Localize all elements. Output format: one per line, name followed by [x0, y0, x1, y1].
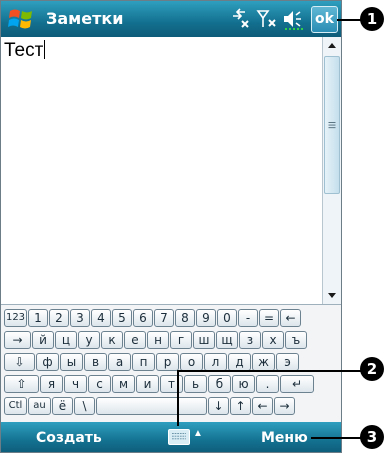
- key[interactable]: ↓: [208, 397, 229, 415]
- create-softkey[interactable]: Создать: [36, 430, 102, 446]
- key[interactable]: 123: [4, 309, 27, 327]
- key[interactable]: au: [28, 397, 51, 415]
- key[interactable]: щ: [216, 331, 238, 349]
- key-space[interactable]: [96, 397, 207, 415]
- title-bar: Заметки ok: [1, 1, 341, 37]
- callout-badge-3: 3: [360, 425, 384, 449]
- connectivity-icon[interactable]: [227, 7, 253, 31]
- key[interactable]: к: [101, 331, 123, 349]
- key[interactable]: 9: [196, 309, 216, 327]
- key[interactable]: -: [238, 309, 258, 327]
- key[interactable]: ц: [55, 331, 77, 349]
- key[interactable]: ←: [280, 309, 301, 327]
- key[interactable]: я: [40, 375, 63, 393]
- app-title: Заметки: [46, 9, 124, 28]
- key[interactable]: 8: [175, 309, 195, 327]
- note-text-area[interactable]: Тест: [1, 37, 322, 304]
- volume-icon[interactable]: [281, 7, 307, 31]
- input-panel-up-arrow-icon[interactable]: ▲: [193, 428, 203, 439]
- key[interactable]: з: [239, 331, 261, 349]
- input-panel-keyboard-icon[interactable]: [168, 429, 190, 445]
- key[interactable]: ь: [184, 375, 207, 393]
- key[interactable]: 6: [133, 309, 153, 327]
- key[interactable]: н: [147, 331, 169, 349]
- key[interactable]: б: [208, 375, 231, 393]
- key[interactable]: п: [132, 353, 155, 371]
- scroll-down-arrow-icon[interactable]: [323, 286, 341, 304]
- menu-bar: Создать ▲ Меню: [1, 422, 341, 452]
- key[interactable]: д: [228, 353, 251, 371]
- key[interactable]: х: [262, 331, 284, 349]
- key[interactable]: Ctl: [4, 397, 27, 415]
- key[interactable]: 1: [28, 309, 48, 327]
- key[interactable]: г: [170, 331, 192, 349]
- key[interactable]: ⇧: [4, 375, 39, 393]
- key[interactable]: у: [78, 331, 100, 349]
- key[interactable]: .: [256, 375, 279, 393]
- key[interactable]: э: [276, 353, 299, 371]
- grip-icon: [328, 121, 336, 129]
- note-text-line: Тест: [4, 40, 46, 62]
- signal-off-icon[interactable]: [255, 7, 281, 31]
- text-caret: [44, 40, 46, 59]
- key[interactable]: с: [88, 375, 111, 393]
- key[interactable]: и: [136, 375, 159, 393]
- key[interactable]: ↵: [280, 375, 314, 393]
- callout-leader-2: [177, 370, 179, 426]
- key[interactable]: ё: [52, 397, 73, 415]
- key[interactable]: ш: [193, 331, 215, 349]
- start-menu-windows-icon[interactable]: [7, 5, 35, 33]
- key[interactable]: 2: [49, 309, 69, 327]
- key[interactable]: ю: [232, 375, 255, 393]
- key[interactable]: →: [274, 397, 295, 415]
- key[interactable]: 7: [154, 309, 174, 327]
- key[interactable]: е: [124, 331, 146, 349]
- note-text: Тест: [4, 40, 44, 61]
- device-screen: Заметки ok Тест 123 1 2 3 4 5 6 7 8 9 0 …: [0, 0, 342, 453]
- soft-keyboard: 123 1 2 3 4 5 6 7 8 9 0- = ← → й ц у к е н г ш щ з х ъ ⇩ ф ы в а п р о л д ж…: [1, 304, 341, 422]
- key[interactable]: ⇩: [4, 353, 35, 371]
- key[interactable]: 4: [91, 309, 111, 327]
- scroll-thumb[interactable]: [324, 56, 340, 194]
- key[interactable]: 5: [112, 309, 132, 327]
- callout-line-2: [297, 370, 362, 372]
- key[interactable]: 0: [217, 309, 237, 327]
- key[interactable]: =: [259, 309, 279, 327]
- callout-line-2b: [178, 370, 299, 372]
- menu-softkey[interactable]: Меню: [261, 430, 308, 446]
- key[interactable]: ж: [252, 353, 275, 371]
- callout-line-3: [311, 437, 363, 439]
- key[interactable]: →: [4, 331, 31, 349]
- callout-badge-1: 1: [360, 7, 384, 31]
- vertical-scrollbar[interactable]: [322, 37, 341, 304]
- key[interactable]: о: [180, 353, 203, 371]
- key[interactable]: ↑: [230, 397, 251, 415]
- key[interactable]: ч: [64, 375, 87, 393]
- key[interactable]: 3: [70, 309, 90, 327]
- key[interactable]: ф: [36, 353, 59, 371]
- key[interactable]: \: [74, 397, 95, 415]
- keyboard-icon: [172, 433, 186, 440]
- key[interactable]: л: [204, 353, 227, 371]
- key[interactable]: ъ: [285, 331, 307, 349]
- key[interactable]: ы: [60, 353, 83, 371]
- key[interactable]: ←: [252, 397, 273, 415]
- key[interactable]: а: [108, 353, 131, 371]
- ok-button[interactable]: ok: [311, 6, 338, 33]
- key[interactable]: м: [112, 375, 135, 393]
- key[interactable]: й: [32, 331, 54, 349]
- callout-badge-2: 2: [360, 357, 384, 381]
- key[interactable]: в: [84, 353, 107, 371]
- scroll-up-arrow-icon[interactable]: [323, 37, 341, 55]
